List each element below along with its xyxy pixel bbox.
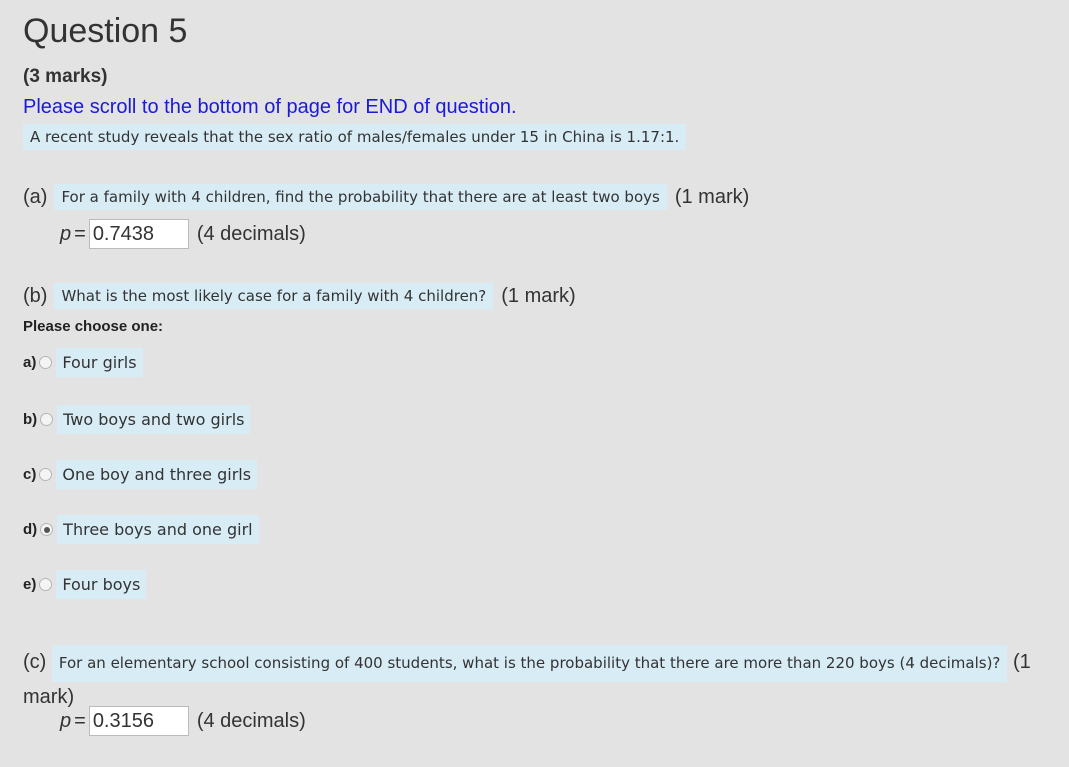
part-a-p-label: p — [60, 222, 72, 245]
part-b-prompt: (b) What is the most likely case for a f… — [23, 283, 576, 309]
part-a-answer-input[interactable] — [88, 219, 189, 249]
part-c-prompt: (c) For an elementary school consisting … — [23, 645, 1053, 713]
option-a[interactable]: a) Four girls — [23, 348, 143, 377]
part-c-text: For an elementary school consisting of 4… — [51, 645, 1008, 682]
option-letter: d) — [23, 521, 38, 538]
part-c-letter: (c) — [23, 651, 47, 673]
question-title: Question 5 — [23, 12, 188, 50]
part-a-prompt: (a) For a family with 4 children, find t… — [23, 184, 749, 210]
part-c-hint: (4 decimals) — [196, 709, 306, 732]
option-letter: c) — [23, 466, 37, 483]
option-letter: e) — [23, 576, 37, 593]
option-letter: a) — [23, 354, 37, 371]
option-a-radio[interactable] — [39, 356, 53, 369]
option-b-radio[interactable] — [40, 413, 54, 426]
part-c-answer-row: p = (4 decimals) — [60, 706, 306, 736]
part-a-hint: (4 decimals) — [196, 222, 306, 245]
option-d-radio[interactable] — [40, 523, 54, 536]
option-d[interactable]: d) Three boys and one girl — [23, 515, 259, 544]
scroll-note: Please scroll to the bottom of page for … — [23, 96, 517, 118]
option-e-radio[interactable] — [39, 578, 53, 591]
option-label[interactable]: Four boys — [56, 570, 147, 599]
option-label[interactable]: Three boys and one girl — [57, 515, 259, 544]
option-label[interactable]: Two boys and two girls — [57, 405, 251, 434]
option-label[interactable]: Four girls — [56, 348, 143, 377]
part-b-text: What is the most likely case for a famil… — [54, 283, 494, 309]
part-a-equals: = — [74, 222, 86, 245]
part-b-mark: (1 mark) — [501, 284, 576, 307]
part-c-answer-input[interactable] — [88, 706, 189, 736]
part-c-p-label: p — [60, 709, 72, 732]
part-c-equals: = — [74, 709, 86, 732]
part-a-text: For a family with 4 children, find the p… — [54, 184, 667, 210]
part-a-mark: (1 mark) — [674, 185, 750, 208]
part-a-answer-row: p = (4 decimals) — [60, 219, 306, 249]
question-intro: A recent study reveals that the sex rati… — [23, 124, 687, 150]
choose-one-label: Please choose one: — [23, 318, 164, 335]
option-label[interactable]: One boy and three girls — [56, 460, 258, 489]
part-b-letter: (b) — [23, 284, 48, 307]
option-c[interactable]: c) One boy and three girls — [23, 460, 258, 489]
question-marks: (3 marks) — [23, 66, 108, 87]
part-a-letter: (a) — [23, 185, 48, 208]
option-c-radio[interactable] — [39, 468, 53, 481]
option-e[interactable]: e) Four boys — [23, 570, 147, 599]
option-b[interactable]: b) Two boys and two girls — [23, 405, 251, 434]
option-letter: b) — [23, 411, 38, 428]
